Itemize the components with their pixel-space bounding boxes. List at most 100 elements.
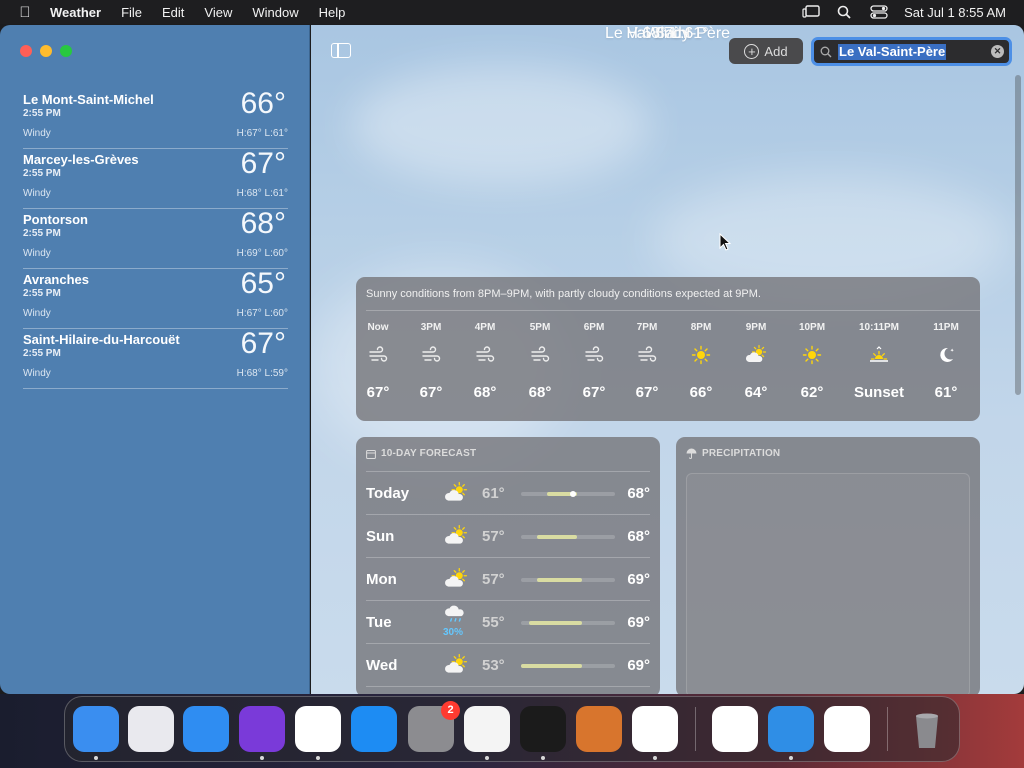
location-time: 2:55 PM <box>23 228 61 239</box>
menu-window[interactable]: Window <box>252 5 298 20</box>
forecast-day-row[interactable]: Tue 30% 55° 69° <box>366 601 650 644</box>
hourly-summary: Sunny conditions from 8PM–9PM, with part… <box>366 288 761 300</box>
safari-app-icon[interactable] <box>183 706 229 752</box>
menu-edit[interactable]: Edit <box>162 5 184 20</box>
location-high-low: H:67° L:61° <box>236 128 288 139</box>
sky-cloud <box>351 65 651 185</box>
firefox-app-icon[interactable] <box>239 706 285 752</box>
visual-studio-app-icon[interactable] <box>712 706 758 752</box>
forecast-low: 61° <box>482 485 505 502</box>
location-name: Le Mont-Saint-Michel <box>23 92 154 107</box>
hourly-item: 3PM 67° <box>401 322 461 401</box>
weather-window: Le Mont-Saint-Michel 2:55 PM Windy 66° H… <box>0 25 1024 694</box>
minimize-button[interactable] <box>40 45 52 57</box>
location-item-marcey-les-greves[interactable]: Marcey-les-Grèves 2:55 PM Windy 67° H:68… <box>23 147 288 209</box>
ten-day-title: 10-DAY FORECAST <box>381 448 477 459</box>
sun-icon <box>782 336 842 374</box>
scrollbar[interactable] <box>1015 75 1021 395</box>
forecast-low: 57° <box>482 571 505 588</box>
forecast-day: Today <box>366 485 410 502</box>
app-store-app-icon[interactable] <box>351 706 397 752</box>
menu-help[interactable]: Help <box>319 5 346 20</box>
forecast-low: 55° <box>482 614 505 631</box>
forecast-day: Tue <box>366 614 392 631</box>
location-time: 2:55 PM <box>23 348 61 359</box>
close-button[interactable] <box>20 45 32 57</box>
location-item-pontorson[interactable]: Pontorson 2:55 PM Windy 68° H:69° L:60° <box>23 207 288 269</box>
umbrella-icon <box>686 448 697 459</box>
wind-icon <box>401 336 461 374</box>
location-temp: 65° <box>240 267 286 300</box>
notification-badge: 2 <box>441 701 460 720</box>
hourly-item: 9PM 64° <box>726 322 786 401</box>
hourly-time: 11PM <box>933 322 959 333</box>
hourly-time: 8PM <box>690 322 712 333</box>
location-item-le-mont-saint-michel[interactable]: Le Mont-Saint-Michel 2:55 PM Windy 66° H… <box>23 87 288 149</box>
control-center-icon[interactable] <box>870 5 888 19</box>
wind-icon <box>348 336 408 374</box>
forecast-high: 68° <box>627 485 650 502</box>
location-condition: Windy <box>23 308 51 319</box>
spotlight-search-icon[interactable] <box>836 5 854 19</box>
clear-search-icon[interactable]: ✕ <box>991 45 1004 58</box>
running-indicator <box>94 756 98 760</box>
location-condition: Windy <box>23 248 51 259</box>
divider <box>366 310 980 311</box>
rain-icon <box>444 603 470 627</box>
forecast-day-row[interactable]: Sun 57° 68° <box>366 515 650 558</box>
forecast-day-row[interactable]: Mon 57° 69° <box>366 558 650 601</box>
chrome-app-icon[interactable] <box>295 706 341 752</box>
news-app-icon[interactable] <box>824 706 870 752</box>
forecast-high: 69° <box>627 657 650 674</box>
hourly-time: 4PM <box>474 322 496 333</box>
system-settings-app-icon[interactable]: 2 <box>408 701 460 752</box>
location-time: 2:55 PM <box>23 168 61 179</box>
hourly-time: 3PM <box>420 322 442 333</box>
trash-app-icon[interactable] <box>904 706 950 752</box>
precipitation-map[interactable] <box>686 473 970 694</box>
precipitation-header: PRECIPITATION <box>686 448 780 459</box>
hourly-time: 6PM <box>583 322 605 333</box>
hourly-temp: 68° <box>473 384 497 401</box>
weather-app-icon[interactable] <box>768 706 814 752</box>
apple-menu-icon[interactable]:  <box>0 4 50 21</box>
finder-app-icon[interactable] <box>73 706 119 752</box>
forecast-high: 69° <box>627 614 650 631</box>
location-item-saint-hilaire-du-harcouet[interactable]: Saint-Hilaire-du-Harcouët 2:55 PM Windy … <box>23 327 288 389</box>
hourly-item: 6PM 67° <box>564 322 624 401</box>
partly-cloudy-icon <box>726 336 786 374</box>
precipitation-title: PRECIPITATION <box>702 448 781 459</box>
menu-view[interactable]: View <box>204 5 232 20</box>
zoom-button[interactable] <box>60 45 72 57</box>
wind-icon <box>564 336 624 374</box>
partly-cloudy-icon <box>444 524 470 548</box>
sidebar-toggle-icon[interactable] <box>331 43 351 58</box>
menu-file[interactable]: File <box>121 5 142 20</box>
menu-app-name[interactable]: Weather <box>50 5 101 20</box>
sidebar: Le Mont-Saint-Michel 2:55 PM Windy 66° H… <box>0 25 310 694</box>
temperature-range-fill <box>529 621 583 625</box>
menu-clock[interactable]: Sat Jul 1 8:55 AM <box>904 5 1006 20</box>
ten-day-forecast-card: 10-DAY FORECAST Today 61° 68° Sun 57° 68° Mon 5… <box>356 437 660 694</box>
hourly-time: 5PM <box>529 322 551 333</box>
textedit-app-icon[interactable] <box>464 706 510 752</box>
forecast-day-row[interactable]: Today 61° 68° <box>366 472 650 515</box>
dock-separator <box>887 707 888 751</box>
plus-circle-icon: + <box>744 43 760 59</box>
sunset-icon <box>849 336 909 374</box>
launchpad-app-icon[interactable] <box>128 706 174 752</box>
vscode-app-icon[interactable] <box>632 706 678 752</box>
location-condition: Windy <box>23 128 51 139</box>
precipitation-chance: 30% <box>443 627 464 638</box>
wind-icon <box>455 336 515 374</box>
hourly-temp: 62° <box>800 384 824 401</box>
hourly-time: 7PM <box>636 322 658 333</box>
location-item-avranches[interactable]: Avranches 2:55 PM Windy 65° H:67° L:60° <box>23 267 288 329</box>
forecast-day-row[interactable]: Wed 53° 69° <box>366 644 650 687</box>
stage-manager-icon[interactable] <box>802 5 820 19</box>
hourly-temp: 67° <box>419 384 443 401</box>
terminal-app-icon[interactable] <box>520 706 566 752</box>
garageband-app-icon[interactable] <box>576 706 622 752</box>
hourly-time: 9PM <box>745 322 767 333</box>
search-input-value[interactable]: Le Val-Saint-Père <box>838 43 947 60</box>
